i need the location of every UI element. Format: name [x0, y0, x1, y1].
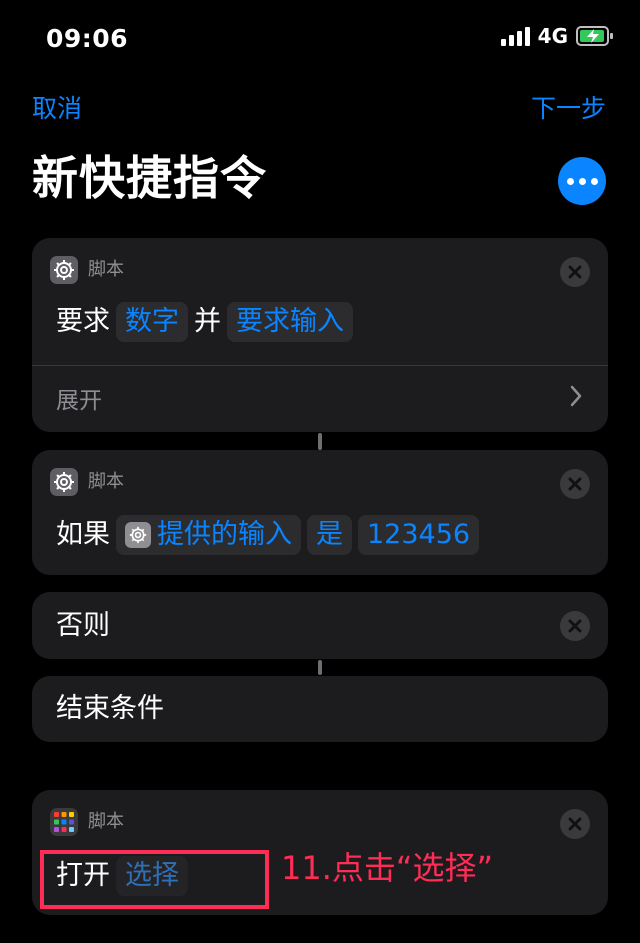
next-button[interactable]: 下一步 — [531, 92, 606, 126]
page-title: 新快捷指令 — [32, 151, 267, 205]
prompt-token[interactable]: 要求输入 — [227, 302, 353, 342]
end-if-action[interactable]: 结束条件 — [32, 676, 608, 742]
instruction-annotation: 11.点击“选择” — [281, 849, 494, 887]
gear-icon — [50, 256, 78, 284]
instruction-highlight-box — [40, 850, 269, 909]
ask-for-input-action[interactable]: 脚本 要求 数字 并 要求输入 展开 — [32, 238, 608, 432]
flow-connector — [318, 660, 322, 675]
status-bar: 09:06 4G — [0, 0, 640, 74]
ellipsis-icon — [578, 177, 586, 185]
close-icon[interactable] — [560, 611, 590, 641]
app-grid-icon — [50, 808, 78, 836]
action-category: 脚本 — [88, 811, 124, 832]
more-options-button[interactable] — [558, 157, 606, 205]
otherwise-label: 否则 — [56, 610, 110, 641]
cancel-button[interactable]: 取消 — [32, 92, 82, 126]
action-category: 脚本 — [88, 471, 124, 492]
flow-connector — [318, 433, 322, 450]
chevron-right-icon — [568, 383, 584, 419]
expand-label: 展开 — [56, 388, 102, 414]
status-time: 09:06 — [46, 24, 129, 53]
card-divider — [32, 365, 608, 366]
provided-input-token[interactable]: 提供的输入 — [116, 515, 301, 555]
signal-strength-icon — [500, 26, 530, 46]
if-action-parameters: 如果 提供的输入 是 123456 — [56, 515, 480, 555]
ask-action-parameters: 要求 数字 并 要求输入 — [56, 302, 353, 342]
gear-icon — [50, 468, 78, 496]
provided-input-label: 提供的输入 — [157, 519, 292, 550]
if-verb: 如果 — [56, 519, 110, 550]
close-icon[interactable] — [560, 809, 590, 839]
network-type: 4G — [537, 24, 568, 48]
battery-charging-icon — [576, 26, 614, 46]
end-if-label: 结束条件 — [56, 693, 164, 724]
ask-conjunction: 并 — [194, 306, 221, 337]
action-header: 脚本 — [50, 468, 124, 496]
ask-verb: 要求 — [56, 306, 110, 337]
close-icon[interactable] — [560, 469, 590, 499]
ellipsis-icon — [590, 177, 598, 185]
close-icon[interactable] — [560, 257, 590, 287]
input-type-token[interactable]: 数字 — [116, 302, 188, 342]
action-header: 脚本 — [50, 256, 124, 284]
action-header: 脚本 — [50, 808, 124, 836]
action-category: 脚本 — [88, 259, 124, 280]
gear-icon — [125, 522, 151, 548]
shortcut-editor-screen: 09:06 4G 取消 下一步 新快捷指令 脚本 要求 数字 并 要求输入 展开… — [0, 0, 640, 943]
ellipsis-icon — [566, 177, 574, 185]
if-condition-action[interactable]: 脚本 如果 提供的输入 是 123456 — [32, 450, 608, 575]
condition-token[interactable]: 是 — [307, 515, 352, 555]
comparison-value-token[interactable]: 123456 — [358, 515, 480, 555]
expand-row[interactable]: 展开 — [56, 383, 584, 419]
otherwise-action[interactable]: 否则 — [32, 592, 608, 659]
status-indicators: 4G — [500, 24, 614, 48]
